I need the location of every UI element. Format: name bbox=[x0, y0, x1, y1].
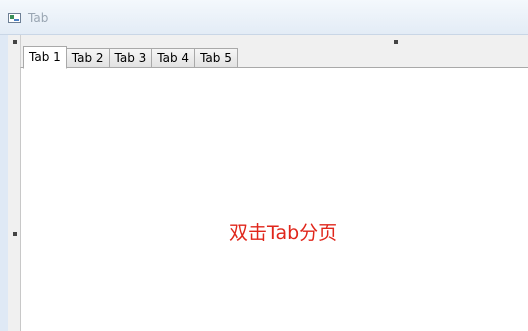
tab-content-pane: 双击Tab分页 bbox=[20, 67, 528, 331]
resize-handle-top-left[interactable] bbox=[13, 40, 17, 44]
double-click-hint: 双击Tab分页 bbox=[229, 222, 338, 244]
resize-handle-top[interactable] bbox=[394, 40, 398, 44]
tab-4[interactable]: Tab 4 bbox=[152, 48, 196, 68]
tab-3[interactable]: Tab 3 bbox=[109, 48, 153, 68]
app-window: Tab Tab 1 Tab 2 Tab 3 Tab 4 Tab 5 双击Tab分… bbox=[0, 0, 528, 331]
app-window-icon bbox=[8, 13, 21, 23]
tab-bar: Tab 1 Tab 2 Tab 3 Tab 4 Tab 5 bbox=[23, 45, 238, 69]
resize-handle-left[interactable] bbox=[13, 232, 17, 236]
tab-2[interactable]: Tab 2 bbox=[66, 48, 110, 68]
window-title: Tab bbox=[28, 11, 49, 25]
title-bar[interactable]: Tab bbox=[0, 0, 528, 35]
tab-5[interactable]: Tab 5 bbox=[195, 48, 238, 68]
client-area: Tab 1 Tab 2 Tab 3 Tab 4 Tab 5 双击Tab分页 bbox=[8, 35, 528, 331]
tab-1[interactable]: Tab 1 bbox=[23, 46, 67, 69]
